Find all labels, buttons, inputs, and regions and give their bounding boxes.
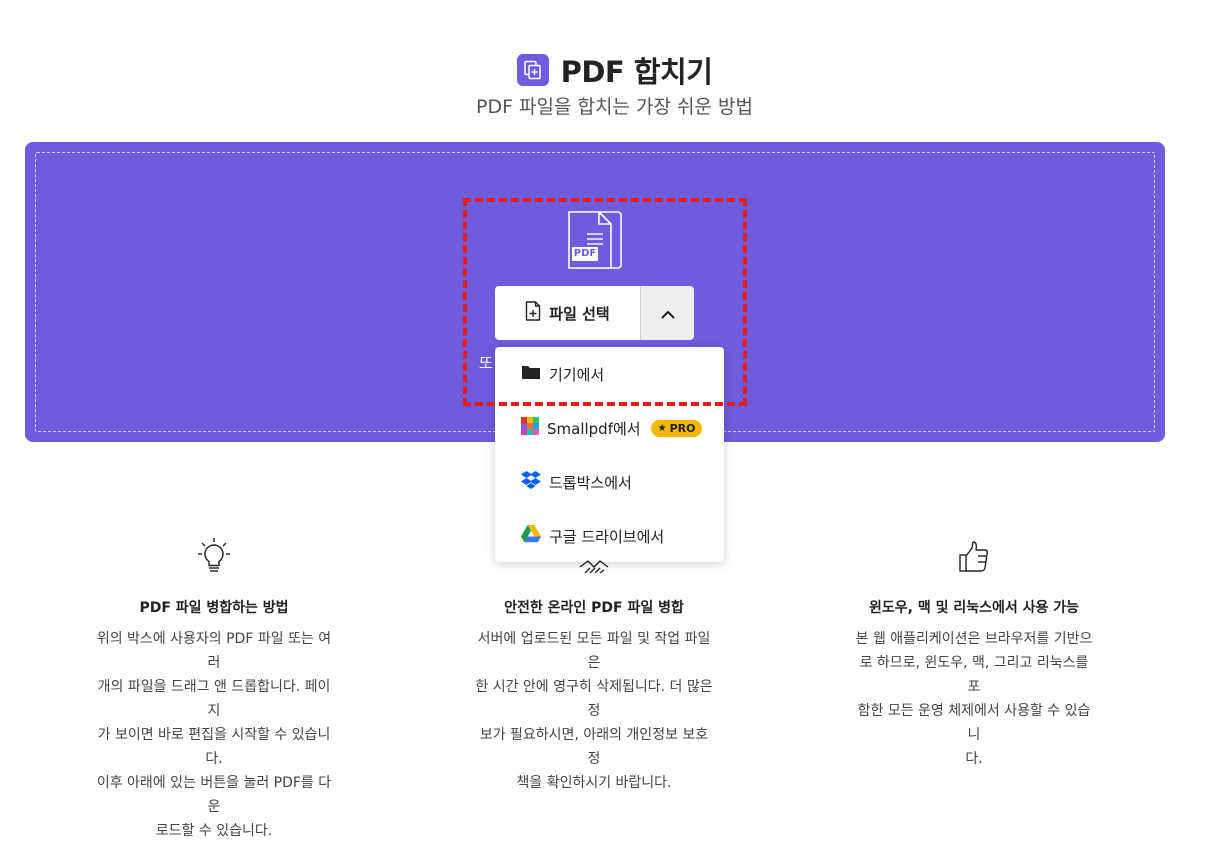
feature-desc-line: 한 시간 안에 영구히 삭제됩니다. 더 많은 정 (475, 679, 713, 719)
folder-icon (521, 364, 541, 384)
drop-hint-text: 또 (479, 354, 493, 372)
title-row: PDF 합치기 (0, 48, 1229, 92)
source-dropdown-menu: 기기에서 Smallpdf에서 ★ PRO 드롭박스에서 구글 드라이브에서 (495, 347, 724, 562)
feature-how-to: PDF 파일 병합하는 방법 위의 박스에 사용자의 PDF 파일 또는 여러 … (54, 535, 374, 843)
page-subtitle: PDF 파일을 합치는 가장 쉬운 방법 (476, 96, 753, 118)
pro-badge-label: PRO (669, 421, 696, 435)
feature-description: 본 웹 애플리케이션은 브라우저를 기반으 로 하므로, 윈도우, 맥, 그리고… (814, 627, 1134, 771)
source-menu-toggle[interactable] (640, 286, 694, 340)
feature-description: 위의 박스에 사용자의 PDF 파일 또는 여러 개의 파일을 드래그 앤 드롭… (54, 627, 374, 843)
lightbulb-icon (54, 535, 374, 579)
feature-desc-line: 로드할 수 있습니다. (155, 823, 273, 839)
menu-item-from-smallpdf[interactable]: Smallpdf에서 ★ PRO (495, 401, 724, 455)
feature-desc-line: 개의 파일을 드래그 앤 드롭합니다. 페이지 (97, 679, 331, 719)
feature-desc-line: 로 하므로, 윈도우, 맥, 그리고 리눅스를 포 (859, 655, 1089, 695)
menu-item-label: Smallpdf에서 (547, 419, 641, 438)
file-add-icon (525, 301, 541, 325)
feature-desc-line: 보가 필요하시면, 아래의 개인정보 보호정 (479, 727, 709, 767)
feature-title: PDF 파일 병합하는 방법 (139, 600, 289, 616)
feature-desc-line: 위의 박스에 사용자의 PDF 파일 또는 여러 (96, 631, 332, 671)
menu-item-from-device[interactable]: 기기에서 (495, 347, 724, 401)
thumbs-up-icon (814, 535, 1134, 579)
feature-desc-line: 서버에 업로드된 모든 파일 및 작업 파일은 (477, 631, 711, 671)
choose-file-label: 파일 선택 (549, 304, 610, 323)
feature-secure: 안전한 온라인 PDF 파일 병합 서버에 업로드된 모든 파일 및 작업 파일… (434, 535, 754, 795)
feature-desc-line: 다. (965, 751, 983, 767)
pro-badge: ★ PRO (650, 419, 703, 437)
star-icon: ★ (657, 422, 667, 434)
feature-desc-line: 책을 확인하시기 바랍니다. (516, 775, 672, 791)
feature-desc-line: 함한 모든 운영 체제에서 사용할 수 있습니 (857, 703, 1091, 743)
pdf-label: PDF (573, 248, 597, 259)
feature-platforms: 윈도우, 맥 및 리눅스에서 사용 가능 본 웹 애플리케이션은 브라우저를 기… (814, 535, 1134, 771)
menu-item-label: 드롭박스에서 (549, 473, 632, 492)
pdf-document-icon: PDF (567, 208, 625, 274)
page-header: PDF 합치기 PDF 파일을 합치는 가장 쉬운 방법 (0, 48, 1229, 119)
chevron-up-icon (661, 304, 675, 323)
menu-item-from-dropbox[interactable]: 드롭박스에서 (495, 455, 724, 509)
handshake-icon (434, 535, 754, 579)
feature-desc-line: 가 보이면 바로 편집을 시작할 수 있습니다. (97, 727, 331, 767)
file-select-button-group: 파일 선택 (495, 286, 694, 340)
choose-file-button[interactable]: 파일 선택 (495, 286, 640, 340)
feature-desc-line: 이후 아래에 있는 버튼을 눌러 PDF를 다운 (96, 775, 332, 815)
feature-desc-line: 본 웹 애플리케이션은 브라우저를 기반으 (855, 631, 1093, 647)
feature-title: 윈도우, 맥 및 리눅스에서 사용 가능 (868, 600, 1079, 616)
dropbox-icon (521, 471, 541, 493)
page-title: PDF 합치기 (560, 55, 713, 89)
feature-title: 안전한 온라인 PDF 파일 병합 (504, 600, 684, 616)
merge-pdf-icon (516, 54, 549, 86)
menu-item-label: 기기에서 (549, 365, 605, 384)
smallpdf-icon (521, 417, 539, 439)
